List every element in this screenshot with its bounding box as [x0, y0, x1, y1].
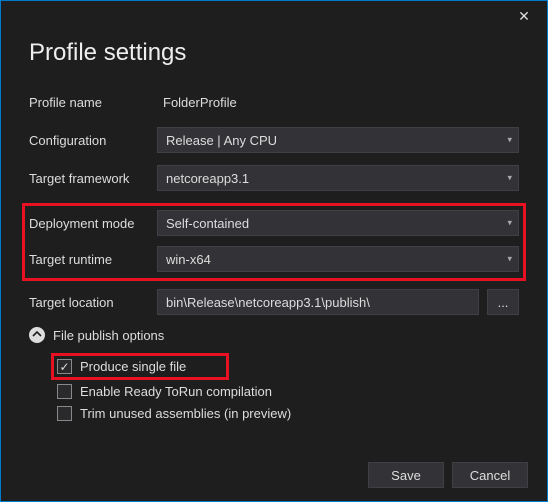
deployment-mode-value: Self-contained: [166, 216, 249, 231]
save-button[interactable]: Save: [368, 462, 444, 488]
trim-unused-label: Trim unused assemblies (in preview): [80, 406, 291, 421]
configuration-value: Release | Any CPU: [166, 133, 277, 148]
cancel-button[interactable]: Cancel: [452, 462, 528, 488]
highlight-single-file: Produce single file: [51, 353, 229, 380]
chevron-down-icon: ▾: [507, 254, 512, 265]
profile-name-label: Profile name: [29, 95, 157, 110]
target-location-label: Target location: [29, 295, 157, 310]
configuration-dropdown[interactable]: Release | Any CPU ▾: [157, 127, 519, 153]
deployment-mode-dropdown[interactable]: Self-contained ▾: [157, 210, 519, 236]
target-runtime-dropdown[interactable]: win-x64 ▾: [157, 246, 519, 272]
target-framework-dropdown[interactable]: netcoreapp3.1 ▾: [157, 165, 519, 191]
trim-unused-checkbox[interactable]: [57, 406, 72, 421]
target-framework-value: netcoreapp3.1: [166, 171, 249, 186]
page-title: Profile settings: [29, 39, 519, 67]
file-publish-options-label: File publish options: [53, 328, 164, 343]
file-publish-options-expander[interactable]: File publish options: [29, 327, 519, 343]
configuration-label: Configuration: [29, 133, 157, 148]
target-framework-label: Target framework: [29, 171, 157, 186]
produce-single-file-checkbox[interactable]: [57, 359, 72, 374]
chevron-down-icon: ▾: [507, 135, 512, 146]
target-runtime-value: win-x64: [166, 252, 211, 267]
chevron-down-icon: ▾: [507, 173, 512, 184]
highlight-deployment-runtime: Deployment mode Self-contained ▾ Target …: [22, 203, 526, 281]
chevron-up-icon: [29, 327, 45, 343]
target-runtime-label: Target runtime: [29, 252, 157, 267]
deployment-mode-label: Deployment mode: [29, 216, 157, 231]
ready-to-run-checkbox[interactable]: [57, 384, 72, 399]
close-icon[interactable]: ✕: [509, 1, 539, 31]
target-location-value: bin\Release\netcoreapp3.1\publish\: [166, 295, 370, 310]
produce-single-file-label: Produce single file: [80, 359, 186, 374]
profile-name-value: FolderProfile: [157, 95, 237, 110]
chevron-down-icon: ▾: [507, 218, 512, 229]
target-location-input[interactable]: bin\Release\netcoreapp3.1\publish\: [157, 289, 479, 315]
ready-to-run-label: Enable Ready ToRun compilation: [80, 384, 272, 399]
browse-button[interactable]: ...: [487, 289, 519, 315]
